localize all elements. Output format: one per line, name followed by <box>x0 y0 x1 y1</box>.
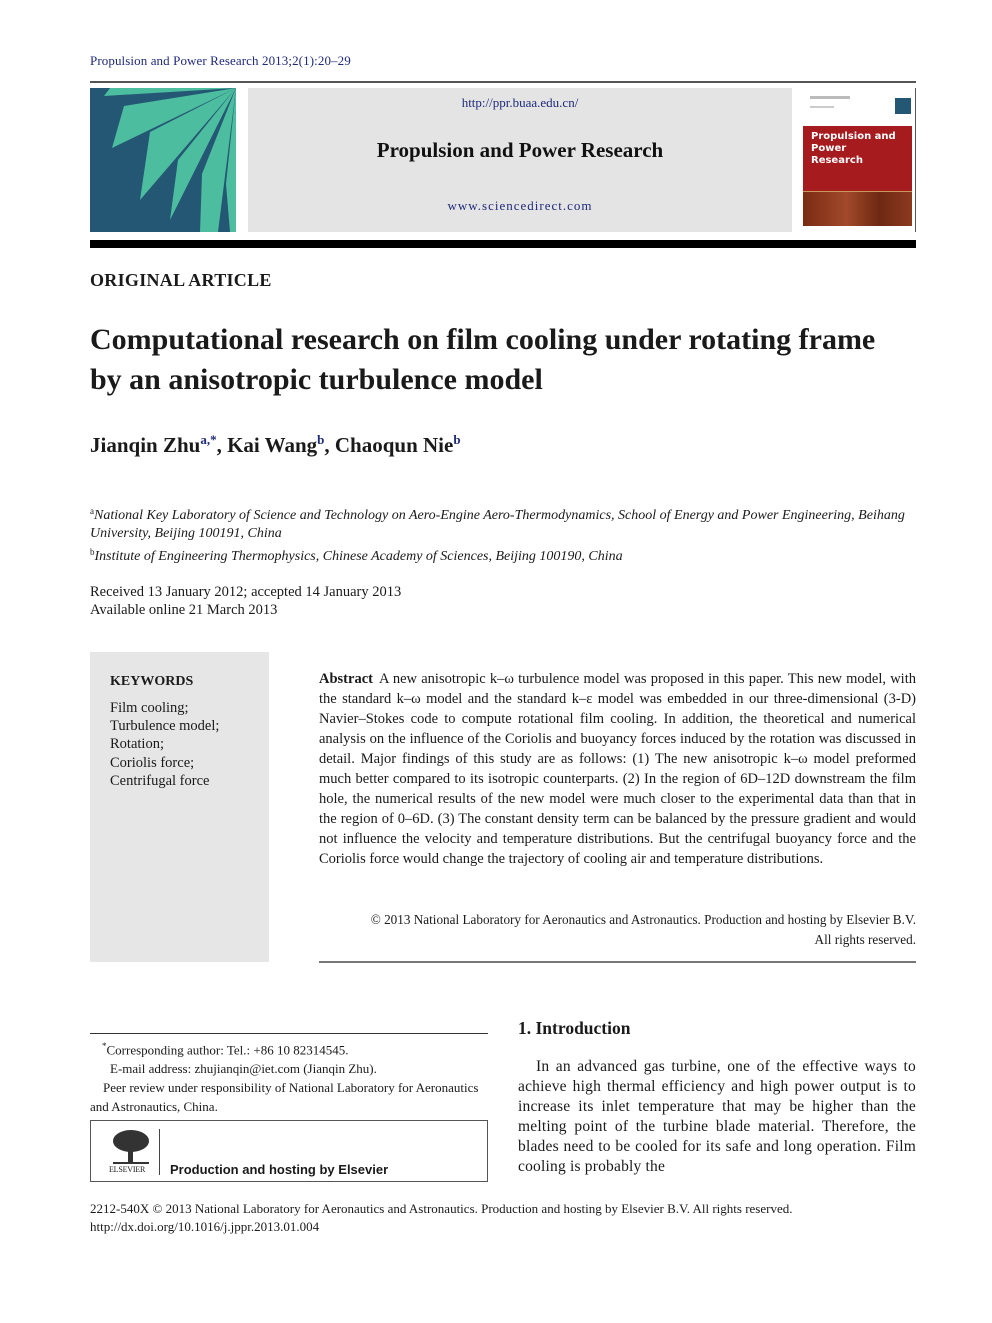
journal-logo-icon <box>104 88 236 232</box>
journal-cover: Propulsion and Power Research <box>802 88 916 232</box>
article-type: ORIGINAL ARTICLE <box>90 270 272 290</box>
doi-link[interactable]: http://dx.doi.org/10.1016/j.jppr.2013.01… <box>90 1218 793 1236</box>
journal-name: Propulsion and Power Research <box>376 138 664 162</box>
cover-publisher-mark <box>810 96 850 99</box>
affiliation: bInstitute of Engineering Thermophysics,… <box>90 547 623 564</box>
sciencedirect-link[interactable]: www.sciencedirect.com <box>248 198 792 214</box>
cover-issue-info <box>810 106 834 108</box>
header-thick-rule <box>90 240 916 248</box>
keywords-list: Film cooling; Turbulence model; Rotation… <box>110 699 219 790</box>
keyword: Coriolis force; <box>110 754 195 771</box>
footnotes: *Corresponding author: Tel.: +86 10 8231… <box>90 1037 488 1116</box>
keyword: Centrifugal force <box>110 772 210 789</box>
cover-image <box>803 192 912 226</box>
online-date: Available online 21 March 2013 <box>90 602 278 618</box>
abstract-label: Abstract <box>319 671 373 687</box>
header-rule <box>90 81 916 83</box>
author[interactable]: Jianqin Zhua,* <box>90 432 217 457</box>
journal-banner: http://ppr.buaa.edu.cn/ Propulsion and P… <box>248 88 792 232</box>
keyword: Film cooling; <box>110 700 189 716</box>
keywords-panel: KEYWORDS Film cooling; Turbulence model;… <box>90 652 269 962</box>
abstract-text: A new anisotropic k–ω turbulence model w… <box>319 671 916 867</box>
introduction-text: In an advanced gas turbine, one of the e… <box>518 1058 916 1175</box>
article-dates: Received 13 January 2012; accepted 14 Ja… <box>90 583 401 619</box>
page-footer: 2212-540X © 2013 National Laboratory for… <box>90 1200 793 1236</box>
cover-title-panel: Propulsion and Power Research <box>803 126 912 192</box>
abstract: Abstract A new anisotropic k–ω turbulence… <box>319 669 916 869</box>
keywords-heading: KEYWORDS <box>110 674 194 689</box>
elsevier-wordmark: ELSEVIER <box>109 1165 146 1174</box>
abstract-copyright: © 2013 National Laboratory for Aeronauti… <box>370 912 916 947</box>
article-title: Computational research on film cooling u… <box>90 323 876 396</box>
author-email[interactable]: E-mail address: zhujianqin@iet.com (Jian… <box>90 1059 488 1078</box>
cover-title: Propulsion and Power Research <box>811 131 896 166</box>
corresponding-author: *Corresponding author: Tel.: +86 10 8231… <box>102 1041 349 1058</box>
elsevier-banner: ELSEVIER Production and hosting by Elsev… <box>90 1120 488 1182</box>
author[interactable]: Chaoqun Nieb <box>335 432 461 457</box>
journal-url[interactable]: http://ppr.buaa.edu.cn/ <box>248 95 792 111</box>
affiliation: aNational Key Laboratory of Science and … <box>90 506 905 541</box>
keyword: Turbulence model; <box>110 718 220 735</box>
issn-copyright: 2212-540X © 2013 National Laboratory for… <box>90 1201 793 1216</box>
footnote-rule <box>90 1033 488 1034</box>
elsevier-tree-icon <box>113 1130 149 1164</box>
journal-logo <box>90 88 236 232</box>
peer-review-note: Peer review under responsibility of Nati… <box>90 1080 479 1115</box>
received-date: Received 13 January 2012; accepted 14 Ja… <box>90 584 402 600</box>
cover-logo-icon <box>895 98 911 114</box>
journal-reference[interactable]: Propulsion and Power Research 2013;2(1):… <box>90 53 351 69</box>
affiliations: aNational Key Laboratory of Science and … <box>90 502 916 566</box>
elsevier-hosting-text: Production and hosting by Elsevier <box>170 1162 389 1177</box>
author-list: Jianqin Zhua,*, Kai Wangb, Chaoqun Nieb <box>90 432 461 457</box>
keyword: Rotation; <box>110 736 164 753</box>
abstract-rule <box>319 961 916 963</box>
author[interactable]: Kai Wangb <box>227 432 324 457</box>
elsevier-divider <box>159 1129 160 1175</box>
section-heading: 1. Introduction <box>518 1018 631 1038</box>
